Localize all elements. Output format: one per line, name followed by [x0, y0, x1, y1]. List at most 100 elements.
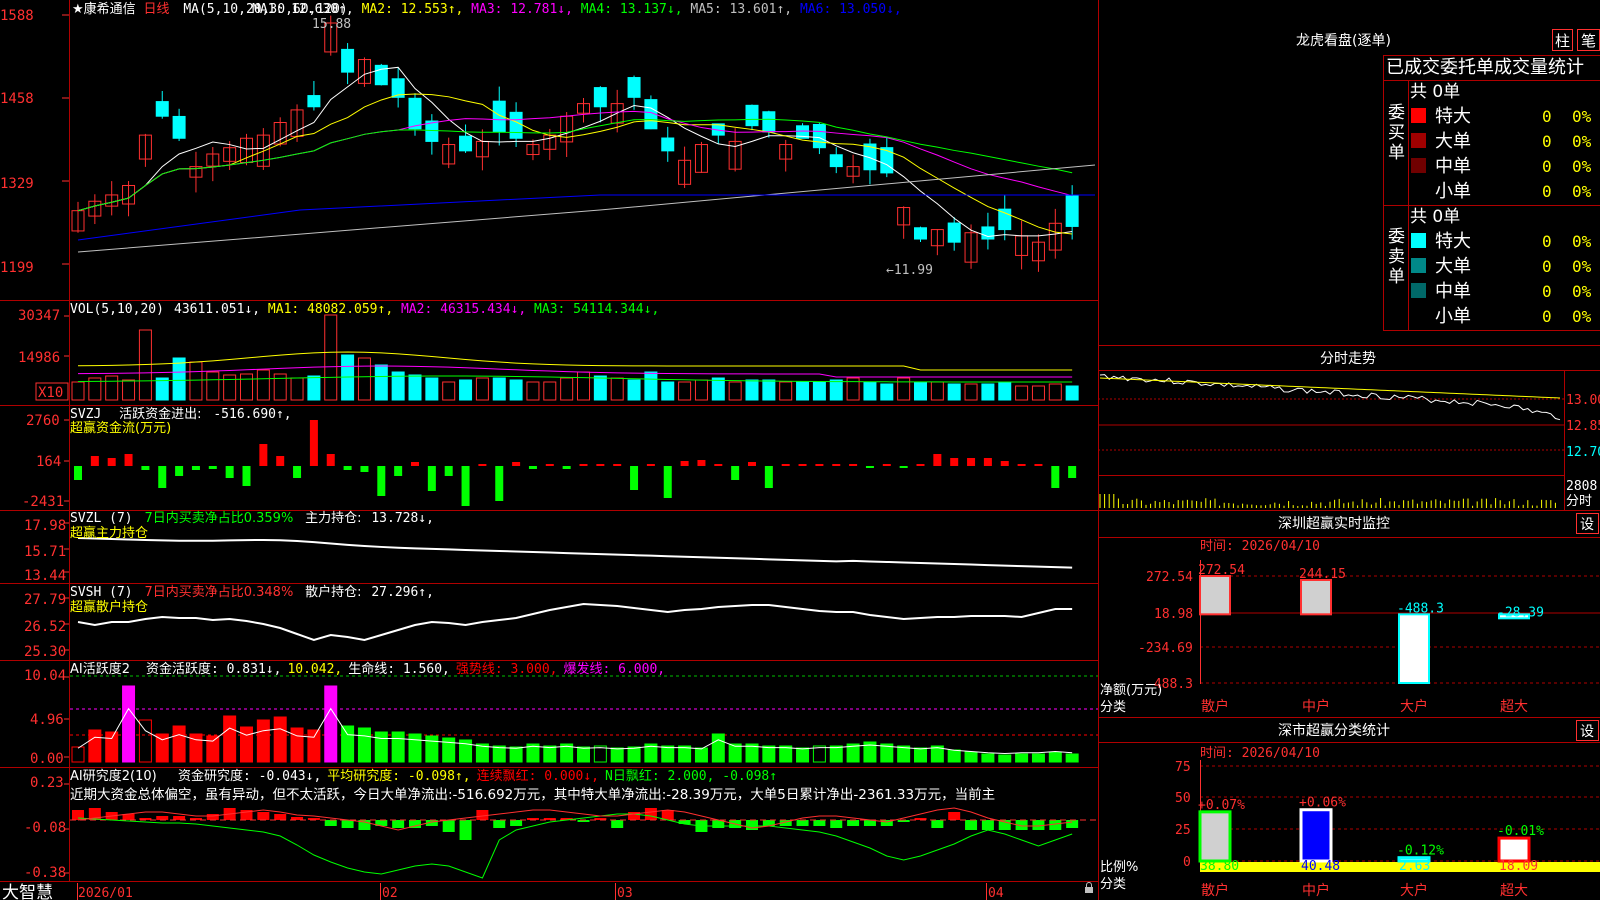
active-bar [223, 715, 237, 763]
flow-bar [478, 464, 487, 466]
volume-bar [240, 373, 253, 401]
active-bar [374, 731, 388, 763]
flow-bar [1034, 464, 1043, 466]
volume-bar [644, 371, 658, 401]
period-label[interactable]: 日线 [143, 2, 169, 17]
ai-active-axis-label: 4.96 [30, 712, 64, 728]
svzj-title: SVZJ [70, 407, 101, 422]
class-change-label: +0.07% [1198, 798, 1245, 813]
side-char: 买 [1388, 123, 1405, 143]
svsh-axis-label: 25.30 [24, 644, 66, 660]
research-bar [830, 820, 843, 828]
volume-bar [711, 377, 725, 401]
legend-item: 10.042, [287, 662, 342, 677]
volume-bar [610, 377, 624, 401]
legend-value: 13.050↓, [831, 2, 901, 17]
sz-monitor-title: 深圳超赢实时监控 [1278, 515, 1390, 532]
order-pct: 0% [1572, 107, 1592, 126]
svzl-axis-label: 13.44 [24, 568, 66, 584]
volume-bar [694, 379, 708, 401]
vol-title: VOL(5,10,20) [70, 302, 164, 317]
volume-bar [459, 379, 473, 401]
price-chart[interactable] [71, 15, 1096, 272]
sz-monitor-unit: 净额(万元) [1100, 683, 1162, 698]
flow-bar [646, 464, 655, 466]
legend-item: 平均研究度: -0.098↑, [327, 768, 470, 784]
active-bar [105, 731, 119, 763]
side-char: 卖 [1388, 247, 1405, 267]
order-size-label: 小单 [1435, 306, 1471, 327]
monitor-value-label: 244.15 [1299, 567, 1346, 582]
flow-bar [394, 466, 403, 476]
research-bar [813, 820, 826, 826]
flow-bar [141, 466, 150, 470]
legend-item: 连续飘红: 0.000↓, [477, 768, 599, 784]
ai-active-chart[interactable] [70, 675, 1098, 763]
candle-body [661, 137, 675, 152]
flow-bar [309, 420, 318, 466]
order-count: 0 [1542, 182, 1552, 201]
volume-bar [324, 314, 338, 401]
svzj-subtitle: 超赢资金流(万元) [70, 420, 171, 436]
order-size-swatch [1411, 258, 1426, 273]
svzl-axis-label: 17.98 [24, 518, 66, 534]
monitor-value-label: -488.3 [1397, 601, 1444, 616]
order-count: 0 [1542, 232, 1552, 251]
candle-body [509, 111, 523, 139]
svzl-chart[interactable] [77, 536, 1073, 569]
volume-bar [172, 357, 186, 401]
flow-bar [933, 454, 942, 466]
price-axis-label: 1458 [0, 91, 34, 107]
research-bar [847, 820, 860, 826]
volume-bar [1048, 383, 1062, 401]
active-bar [290, 727, 304, 763]
class-category-label: 大户 [1400, 882, 1428, 899]
ai-research-chart[interactable] [70, 807, 1098, 879]
research-bar [510, 820, 523, 826]
sz-class-chart[interactable]: 75 50 25 0 +0.07% 38.80 散户 +0.06% 40.48 中户 -0.12%2… [1175, 760, 1600, 899]
flow-bar [882, 464, 891, 466]
flow-bar [1068, 466, 1077, 478]
class-change-label: +0.06% [1299, 796, 1346, 811]
legend-label: MA3: [463, 2, 502, 17]
legend-item: 爆发线: 6.000, [564, 661, 666, 677]
volume-bar [863, 381, 877, 401]
active-bar [1048, 751, 1062, 763]
volume-chart[interactable] [71, 314, 1079, 401]
side-char: 委 [1388, 227, 1405, 247]
intraday-chart[interactable] [1098, 374, 1564, 508]
svzj-chart[interactable] [74, 420, 1077, 506]
order-pct: 0% [1572, 182, 1592, 201]
app-logo[interactable]: 大智慧 [2, 883, 53, 900]
order-size-label: 小单 [1435, 181, 1471, 202]
candle-body [914, 227, 927, 240]
volume-bar [357, 357, 371, 401]
research-bar [442, 820, 455, 832]
class-value-label: 18.09 [1499, 859, 1538, 874]
flow-bar [983, 458, 992, 466]
research-bar [931, 820, 944, 828]
class-category-label: 中户 [1302, 882, 1330, 899]
legend-value: 12.781↓, [503, 2, 573, 17]
candle-body [998, 208, 1012, 231]
svsh-chart[interactable] [77, 602, 1073, 642]
ai-research-title: AI研究度2(10) [70, 768, 157, 784]
active-bar [206, 735, 220, 763]
order-count: 0 [1542, 107, 1552, 126]
order-pct: 0% [1572, 232, 1592, 251]
volume-bar [425, 377, 439, 401]
intraday-axis-label: 13.00 [1566, 393, 1600, 408]
column-mode-label: 柱 [1555, 32, 1570, 50]
flow-bar [293, 466, 302, 478]
sz-monitor-chart[interactable]: 272.54 18.98 -234.69 -488.3 272.54 散户 244.15 中户… [1138, 560, 1600, 715]
class-axis-label: 25 [1175, 823, 1191, 838]
active-bar [914, 747, 927, 763]
candle-body [829, 154, 843, 168]
legend-value: 48082.059↑, [299, 302, 393, 317]
flow-bar [748, 462, 756, 466]
ai-research-commentary: 近期大资金总体偏空，虽有异动，但不太活跃，今日大单净流出:-516.692万元，… [70, 786, 995, 803]
order-count: 0 [1542, 132, 1552, 151]
stock-name[interactable]: ★康希通信 [72, 1, 136, 17]
active-bar [981, 753, 995, 763]
legend-label: MA4: [573, 2, 612, 17]
